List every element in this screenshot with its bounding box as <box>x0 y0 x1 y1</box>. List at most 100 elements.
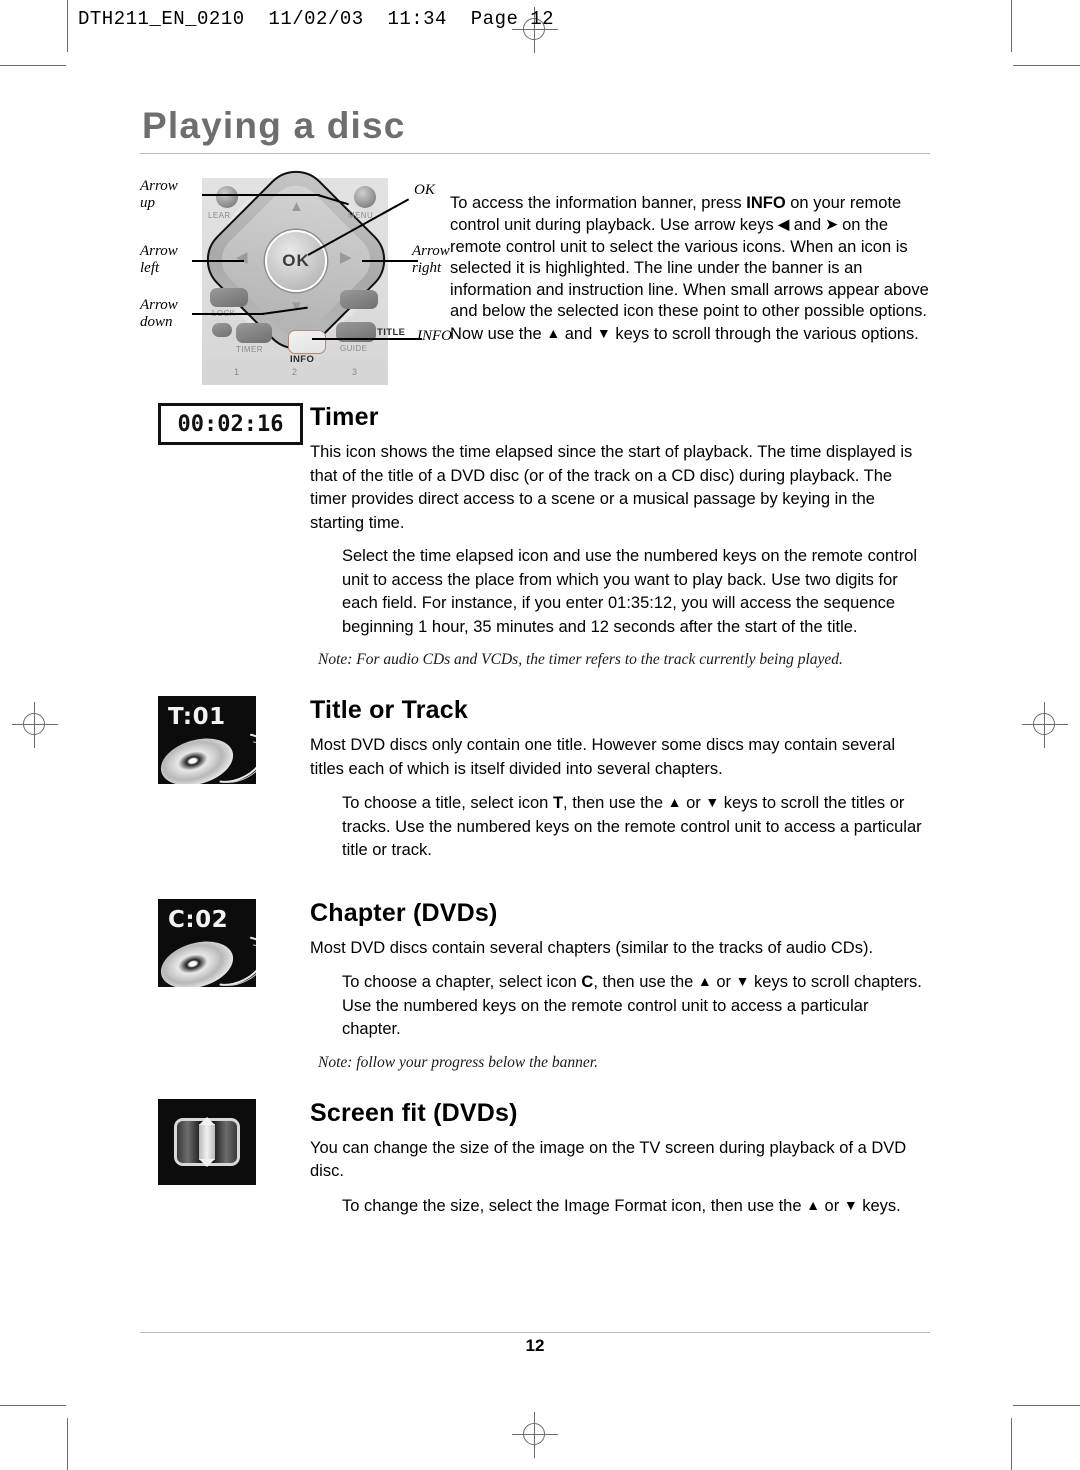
title-divider <box>140 153 930 154</box>
screen-fit-instruction-pre: To change the size, select the Image For… <box>342 1196 807 1215</box>
chapter-text-column: Chapter (DVDs) Most DVD discs contain se… <box>310 899 930 1073</box>
title-instruction-pre: To choose a title, select icon <box>342 794 553 812</box>
intro-part3: and <box>789 216 826 234</box>
leader-arrow-right <box>362 260 418 262</box>
page-number: 12 <box>525 1336 545 1355</box>
title-body: Most DVD discs only contain one title. H… <box>310 736 896 778</box>
section-screen-fit: Screen fit (DVDs) You can change the siz… <box>140 1098 930 1229</box>
callout-info: INFO <box>417 328 452 344</box>
timer-heading: Timer <box>310 403 379 431</box>
leader-arrow-left <box>192 260 244 262</box>
screen-fit-heading: Screen fit (DVDs) <box>310 1098 518 1127</box>
remote-title-label: TITLE <box>377 327 406 338</box>
intro-info-keyword: INFO <box>746 193 786 212</box>
up-arrow-icon: ▲ <box>546 324 561 341</box>
crop-mark-bottom-right-vertical <box>1011 1418 1012 1470</box>
footer-divider <box>140 1332 930 1333</box>
title-instruction: To choose a title, select icon T, then u… <box>342 791 930 863</box>
title-text-column: Title or Track Most DVD discs only conta… <box>310 696 930 873</box>
leader-arrow-up <box>202 194 320 196</box>
title-instruction-mid: , then use the <box>563 794 668 812</box>
callout-arrow-up: Arrow up <box>140 178 178 211</box>
remote-info-button <box>288 330 326 354</box>
registration-mark-bottom <box>512 1412 558 1458</box>
remote-ok-button: OK <box>265 230 327 292</box>
screen-fit-or-word: or <box>819 1196 844 1215</box>
timer-banner-icon: 00:02:16 <box>158 403 303 445</box>
section-chapter: C:02 Chapter (DVDs) Most DVD discs conta… <box>140 898 930 1073</box>
screen-fit-instruction: To change the size, select the Image For… <box>342 1194 930 1219</box>
screen-fit-instruction-post: keys. <box>857 1196 901 1215</box>
title-banner-icon: T:01 <box>158 696 256 784</box>
up-arrow-icon: ▲ <box>806 1196 820 1213</box>
remote-key-2: 2 <box>292 367 298 377</box>
timer-text-column: Timer This icon shows the time elapsed s… <box>310 403 930 670</box>
remote-display-button <box>212 323 232 337</box>
intro-block: ▲ ▼ ◀ ▶ OK LEAR MENU LOCK TIMER INFO GUI… <box>140 156 930 385</box>
chapter-icon-column: C:02 <box>140 898 310 987</box>
remote-lock-button <box>210 288 248 307</box>
remote-control-illustration: ▲ ▼ ◀ ▶ OK LEAR MENU LOCK TIMER INFO GUI… <box>140 156 452 385</box>
section-title-or-track: T:01 Title or Track Most DVD discs only … <box>140 696 930 873</box>
page-title: Playing a disc <box>142 105 406 146</box>
crop-mark-top-left-horizontal <box>0 65 66 66</box>
crop-mark-bottom-right-horizontal <box>1013 1405 1080 1406</box>
remote-key-3: 3 <box>352 367 358 377</box>
screen-fit-banner-icon <box>158 1098 256 1185</box>
screen-fit-icon-column <box>140 1098 310 1185</box>
up-arrow-icon: ▲ <box>667 794 682 810</box>
title-heading: Title or Track <box>310 696 468 724</box>
timer-note: Note: For audio CDs and VCDs, the timer … <box>318 651 843 668</box>
chapter-banner-icon: C:02 <box>158 898 256 987</box>
right-arrow-icon: ➤ <box>825 216 838 232</box>
title-icon-keyword: T <box>552 794 564 812</box>
screen-fit-body: You can change the size of the image on … <box>310 1138 907 1181</box>
chapter-note: Note: follow your progress below the ban… <box>318 1053 598 1071</box>
callout-arrow-left: Arrow left <box>140 243 178 276</box>
remote-subtitle-button <box>340 290 378 309</box>
remote-clear-label: LEAR <box>208 211 231 220</box>
timer-icon-digits: 00:02:16 <box>177 411 284 437</box>
remote-clear-button <box>216 186 238 208</box>
vertical-resize-arrow-icon <box>199 1123 215 1160</box>
tv-screen-shape <box>174 1117 240 1166</box>
remote-guide-label: GUIDE <box>340 344 368 353</box>
crop-mark-bottom-left-horizontal <box>0 1405 66 1406</box>
title-icon-column: T:01 <box>140 696 310 784</box>
section-timer: 00:02:16 Timer This icon shows the time … <box>140 403 930 670</box>
chapter-instruction: To choose a chapter, select icon C, then… <box>342 970 930 1042</box>
intro-part6: keys to scroll through the various optio… <box>610 324 919 343</box>
dpad-right-arrow-icon: ▶ <box>340 249 352 266</box>
crop-mark-bottom-left-vertical <box>67 1418 68 1470</box>
chapter-icon-tag: C:02 <box>168 906 229 933</box>
registration-mark-left <box>12 702 58 748</box>
up-arrow-icon: ▲ <box>697 973 712 989</box>
remote-info-label: INFO <box>290 354 315 365</box>
screen-fit-text-column: Screen fit (DVDs) You can change the siz… <box>310 1099 930 1229</box>
crop-mark-top-right-vertical <box>1011 0 1012 52</box>
left-arrow-icon: ◀ <box>778 216 790 232</box>
down-arrow-icon: ▼ <box>843 1196 858 1213</box>
down-arrow-icon: ▼ <box>735 973 750 989</box>
dpad-up-arrow-icon: ▲ <box>289 198 304 215</box>
chapter-instruction-pre: To choose a chapter, select icon <box>342 973 582 991</box>
down-arrow-icon: ▼ <box>705 794 720 810</box>
chapter-body: Most DVD discs contain several chapters … <box>310 938 874 957</box>
remote-key-1: 1 <box>234 367 240 377</box>
dpad-left-arrow-icon: ◀ <box>236 249 248 266</box>
remote-menu-button <box>354 186 376 208</box>
chapter-or-word: or <box>711 973 736 991</box>
title-icon-tag: T:01 <box>168 704 226 730</box>
title-or-word: or <box>681 794 706 812</box>
timer-icon-column: 00:02:16 <box>140 403 310 445</box>
callout-arrow-down: Arrow down <box>140 297 178 330</box>
intro-part1: To access the information banner, press <box>450 193 747 212</box>
remote-timer-button <box>236 323 272 343</box>
timer-instruction: Select the time elapsed icon and use the… <box>342 547 918 636</box>
remote-timer-label: TIMER <box>236 345 263 354</box>
callout-arrow-right: Arrow right <box>412 243 450 276</box>
chapter-icon-keyword: C <box>581 973 594 991</box>
intro-part5: and <box>560 324 597 343</box>
page-content: Playing a disc ▲ ▼ ◀ ▶ OK LEAR MENU LOCK… <box>140 105 930 1228</box>
crop-mark-top-right-horizontal <box>1013 65 1080 66</box>
